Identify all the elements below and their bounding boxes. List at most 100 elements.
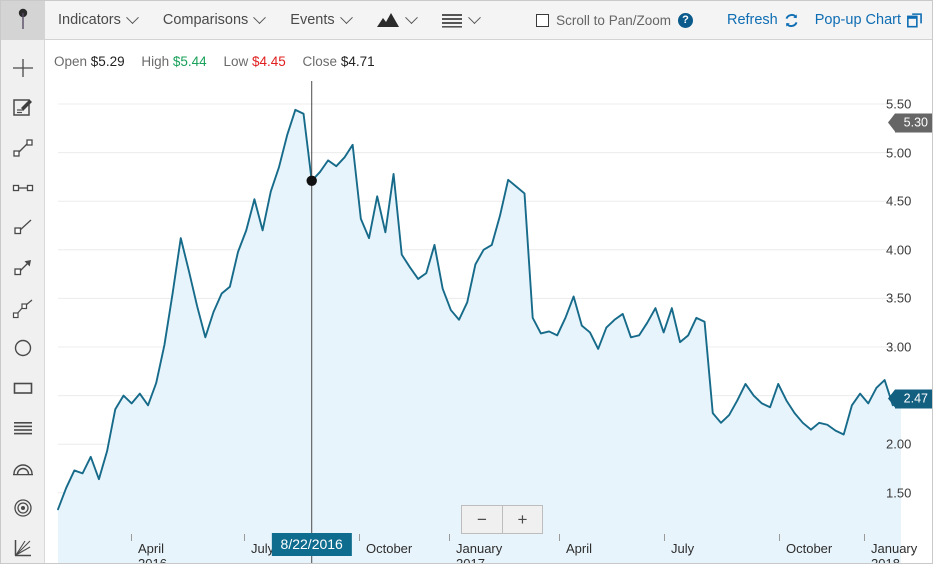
x-axis-tick-mark [779,534,780,541]
x-axis-tick: October [359,534,413,556]
x-axis-tick-mark [244,534,245,541]
x-axis-tick-line1: October [786,541,833,556]
pin-tool-button[interactable] [1,1,45,40]
annotate-tool[interactable] [1,88,45,128]
x-axis-tick-line1: January [871,541,918,556]
y-axis-tick: 1.50 [886,485,912,501]
line-segment-tool[interactable] [1,128,45,168]
top-toolbar: Indicators Comparisons Events Scroll to … [1,1,932,40]
note-pencil-icon [13,99,32,116]
x-axis-tick-line1: October [366,541,413,556]
circle-icon [14,339,32,357]
pin-icon [18,8,28,29]
y-axis-tick: 3.50 [886,290,912,306]
ellipse-tool[interactable] [1,328,45,368]
menu-events[interactable]: Events [277,1,363,40]
fibonacci-fan-tool[interactable] [1,528,45,563]
chart-container[interactable]: Open $5.29 High $5.44 Low $4.45 Close $4… [46,41,932,564]
ray-tool[interactable] [1,208,45,248]
zigzag-tool[interactable] [1,288,45,328]
refresh-button[interactable]: Refresh [727,12,799,28]
horizontal-lines-icon [14,422,32,435]
x-axis-tick-mark [559,534,560,541]
list-lines-icon [441,14,462,28]
arcs-icon [13,464,33,476]
popup-chart-label: Pop-up Chart [814,12,901,28]
x-axis-tick-line1: January [456,541,503,556]
fibonacci-lines-tool[interactable] [1,408,45,448]
crosshair-point [306,175,317,186]
help-icon[interactable]: ? [677,12,693,28]
last-price-badge: 2.47 [887,389,932,409]
chevron-down-icon [404,10,418,24]
x-axis-tick: January 2017 [449,534,503,564]
rectangle-tool[interactable] [1,368,45,408]
drawing-tools-rail [1,40,45,563]
menu-comparisons[interactable]: Comparisons [150,1,277,40]
refresh-icon [785,13,798,27]
arrow-up-right-icon [14,260,31,276]
rectangle-icon [13,382,33,394]
chevron-down-icon [339,10,353,24]
y-axis-tick: 5.50 [886,96,912,112]
checkbox-box[interactable] [536,13,550,27]
ray-icon [14,219,32,235]
x-axis-tick-line1: April [138,541,165,556]
x-axis-tick-line1: April [566,541,593,556]
chevron-down-icon [467,10,481,24]
zoom-out-button[interactable]: − [462,506,502,533]
x-axis-tick-mark [131,534,132,541]
x-axis-tick: July [664,534,695,556]
mountain-chart-icon [376,13,399,27]
stock-chart-app: Indicators Comparisons Events Scroll to … [0,0,933,564]
crosshair-date-badge: 8/22/2016 [271,533,352,556]
popup-chart-button[interactable]: Pop-up Chart [815,12,922,28]
x-axis-tick-mark [864,534,865,541]
crosshair-price-badge: 5.30 [887,113,932,133]
menu-indicators[interactable]: Indicators [45,1,150,40]
x-axis-tick: January 2018 [864,534,918,564]
scroll-pan-zoom-checkbox[interactable]: Scroll to Pan/Zoom [536,13,678,28]
chevron-down-icon [126,10,139,24]
x-axis-tick-mark [664,534,665,541]
zoom-in-button[interactable]: + [502,506,542,533]
horizontal-segment-icon [12,184,34,192]
fibonacci-arcs-tool[interactable] [1,448,45,488]
x-axis-tick-line2: 2017 [456,556,485,564]
refresh-label: Refresh [726,12,778,28]
scroll-pan-zoom-label: Scroll to Pan/Zoom [556,12,671,28]
crosshair-tool[interactable] [1,48,45,88]
x-axis-tick: April [559,534,593,556]
x-axis-tick-line1: July [671,541,695,556]
menu-chart-settings[interactable] [429,1,492,40]
x-axis-tick-line2: 2018 [871,556,900,564]
price-area-chart [57,81,902,563]
menu-chart-type[interactable] [364,1,429,40]
y-axis-tick: 5.00 [886,145,912,161]
arrow-tool[interactable] [1,248,45,288]
line-segment-icon [13,139,33,157]
plot-region[interactable] [46,41,932,563]
horizontal-segment-tool[interactable] [1,168,45,208]
crosshair-icon [13,59,33,77]
toolbar-right-group: Scroll to Pan/Zoom ? Refresh Pop-up Char… [536,12,932,28]
menu-comparisons-label: Comparisons [162,12,249,28]
external-window-icon [907,12,922,27]
chevron-down-icon [253,10,267,24]
x-axis-tick: October [779,534,833,556]
y-axis-tick: 3.00 [886,339,912,355]
y-axis-tick: 4.50 [886,193,912,209]
fan-icon [14,540,31,557]
y-axis-tick: 2.00 [886,436,912,452]
x-axis-tick-mark [359,534,360,541]
zoom-controls: − + [461,505,543,534]
fibonacci-circles-tool[interactable] [1,488,45,528]
menu-events-label: Events [290,12,335,28]
x-axis-tick: April 2016 [131,534,167,564]
menu-indicators-label: Indicators [58,12,121,28]
zigzag-icon [12,299,33,319]
concentric-circles-icon [14,499,32,517]
x-axis-tick-line2: 2016 [138,556,167,564]
x-axis-tick-mark [449,534,450,541]
y-axis-tick: 4.00 [886,242,912,258]
